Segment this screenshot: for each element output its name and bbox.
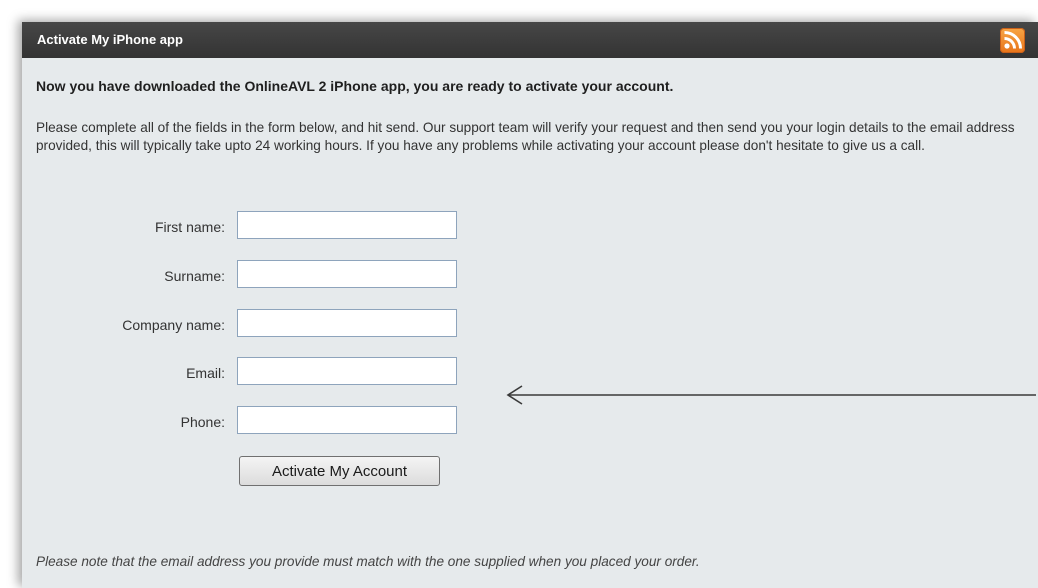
email-label: Email: xyxy=(186,365,225,381)
company-name-label: Company name: xyxy=(122,317,225,333)
phone-label: Phone: xyxy=(180,414,225,430)
instructions-text: Please complete all of the fields in the… xyxy=(36,120,1015,153)
email-match-note: Please note that the email address you p… xyxy=(36,554,700,569)
company-name-input[interactable] xyxy=(237,309,457,337)
activate-account-button[interactable]: Activate My Account xyxy=(239,456,440,486)
email-input[interactable] xyxy=(237,357,457,385)
first-name-label: First name: xyxy=(154,219,225,235)
phone-input[interactable] xyxy=(237,406,457,434)
pointer-arrow-icon xyxy=(506,385,1036,405)
first-name-input[interactable] xyxy=(237,211,457,239)
panel-header: Activate My iPhone app xyxy=(22,22,1038,58)
surname-input[interactable] xyxy=(237,260,457,288)
rss-feed-icon[interactable] xyxy=(1000,28,1025,53)
activation-panel: Activate My iPhone app Now you have down… xyxy=(22,22,1038,588)
surname-label: Surname: xyxy=(164,268,225,284)
panel-title: Activate My iPhone app xyxy=(37,32,183,47)
intro-text: Now you have downloaded the OnlineAVL 2 … xyxy=(36,78,674,94)
